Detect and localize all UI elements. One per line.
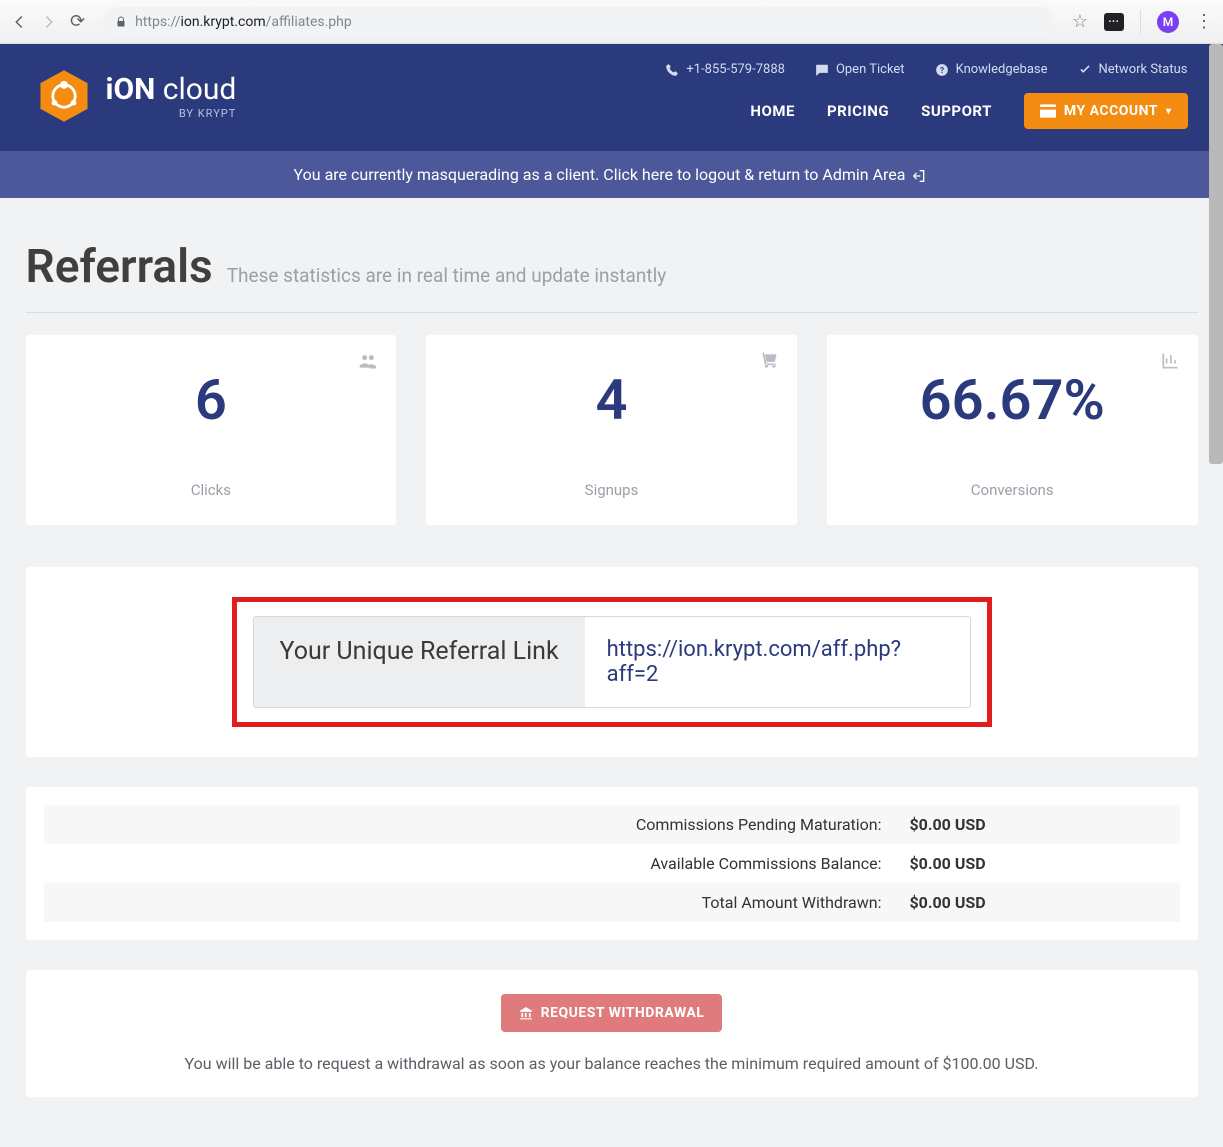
- masquerade-banner[interactable]: You are currently masquerading as a clie…: [0, 151, 1223, 198]
- nav-pricing[interactable]: PRICING: [827, 102, 889, 120]
- nav-support[interactable]: SUPPORT: [921, 102, 992, 120]
- balance-value: $0.00 USD: [896, 883, 1180, 922]
- bank-icon: [519, 1006, 533, 1020]
- lock-icon: [115, 16, 127, 28]
- question-icon: ?: [935, 63, 949, 77]
- balance-label: Total Amount Withdrawn:: [44, 883, 896, 922]
- logo-icon: [36, 68, 92, 124]
- phone-icon: [665, 63, 679, 77]
- nav-home[interactable]: HOME: [750, 102, 795, 120]
- back-icon[interactable]: [10, 13, 28, 31]
- balance-label: Available Commissions Balance:: [44, 844, 896, 883]
- table-row: Total Amount Withdrawn: $0.00 USD: [44, 883, 1180, 922]
- referral-card: Your Unique Referral Link https://ion.kr…: [26, 567, 1198, 757]
- browser-chrome: ⟳ https://ion.krypt.com/affiliates.php ☆…: [0, 0, 1223, 44]
- referral-link[interactable]: https://ion.krypt.com/aff.php?aff=2: [585, 617, 970, 707]
- open-ticket-link[interactable]: Open Ticket: [815, 62, 905, 77]
- logout-icon: [913, 168, 929, 184]
- main-nav: HOME PRICING SUPPORT MY ACCOUNT ▾: [750, 93, 1187, 129]
- users-icon: [358, 351, 378, 375]
- balance-value: $0.00 USD: [896, 805, 1180, 844]
- stat-conversions: 66.67% Conversions: [827, 335, 1198, 525]
- site-header: iON cloud BY KRYPT +1-855-579-7888 Open …: [0, 44, 1223, 151]
- url-text: https://ion.krypt.com/affiliates.php: [135, 14, 352, 30]
- stat-value: 4: [454, 367, 769, 433]
- brand-name: iON cloud: [106, 72, 237, 107]
- stat-label: Clicks: [54, 481, 369, 499]
- my-account-button[interactable]: MY ACCOUNT ▾: [1024, 93, 1188, 129]
- bookmark-star-icon[interactable]: ☆: [1072, 11, 1088, 32]
- brand-byline: BY KRYPT: [106, 107, 237, 120]
- kebab-menu-icon[interactable]: ⋮: [1195, 13, 1213, 31]
- page-title: Referrals: [26, 240, 213, 294]
- referral-label: Your Unique Referral Link: [254, 617, 585, 707]
- withdraw-card: REQUEST WITHDRAWAL You will be able to r…: [26, 970, 1198, 1097]
- stat-label: Conversions: [855, 481, 1170, 499]
- withdraw-note: You will be able to request a withdrawal…: [50, 1054, 1174, 1073]
- stat-label: Signups: [454, 481, 769, 499]
- chart-icon: [1160, 351, 1180, 375]
- network-status-link[interactable]: Network Status: [1078, 62, 1188, 77]
- stat-clicks: 6 Clicks: [26, 335, 397, 525]
- comment-icon: [815, 63, 829, 77]
- address-bar[interactable]: https://ion.krypt.com/affiliates.php: [103, 7, 1054, 37]
- request-withdrawal-button[interactable]: REQUEST WITHDRAWAL: [501, 994, 723, 1032]
- page-subtitle: These statistics are in real time and up…: [227, 264, 667, 287]
- card-icon: [1040, 104, 1056, 118]
- balance-label: Commissions Pending Maturation:: [44, 805, 896, 844]
- caret-down-icon: ▾: [1166, 106, 1172, 117]
- balances-card: Commissions Pending Maturation: $0.00 US…: [26, 787, 1198, 940]
- page-heading: Referrals These statistics are in real t…: [26, 198, 1198, 313]
- balance-value: $0.00 USD: [896, 844, 1180, 883]
- table-row: Commissions Pending Maturation: $0.00 US…: [44, 805, 1180, 844]
- top-utility-bar: +1-855-579-7888 Open Ticket ? Knowledgeb…: [665, 62, 1187, 77]
- separator: [1140, 10, 1141, 34]
- stat-value: 6: [54, 367, 369, 433]
- stat-signups: 4 Signups: [426, 335, 797, 525]
- table-row: Available Commissions Balance: $0.00 USD: [44, 844, 1180, 883]
- check-icon: [1078, 63, 1092, 77]
- referral-highlight: Your Unique Referral Link https://ion.kr…: [232, 597, 992, 727]
- cart-icon: [759, 351, 779, 375]
- stat-value: 66.67%: [855, 367, 1170, 433]
- forward-icon[interactable]: [40, 13, 58, 31]
- reload-icon[interactable]: ⟳: [70, 11, 85, 32]
- scrollbar[interactable]: [1209, 44, 1223, 464]
- phone-link[interactable]: +1-855-579-7888: [665, 62, 785, 77]
- brand[interactable]: iON cloud BY KRYPT: [36, 68, 237, 124]
- knowledgebase-link[interactable]: ? Knowledgebase: [935, 62, 1048, 77]
- svg-text:?: ?: [940, 64, 944, 74]
- profile-avatar[interactable]: M: [1157, 11, 1179, 33]
- extension-icon[interactable]: •••: [1104, 13, 1124, 31]
